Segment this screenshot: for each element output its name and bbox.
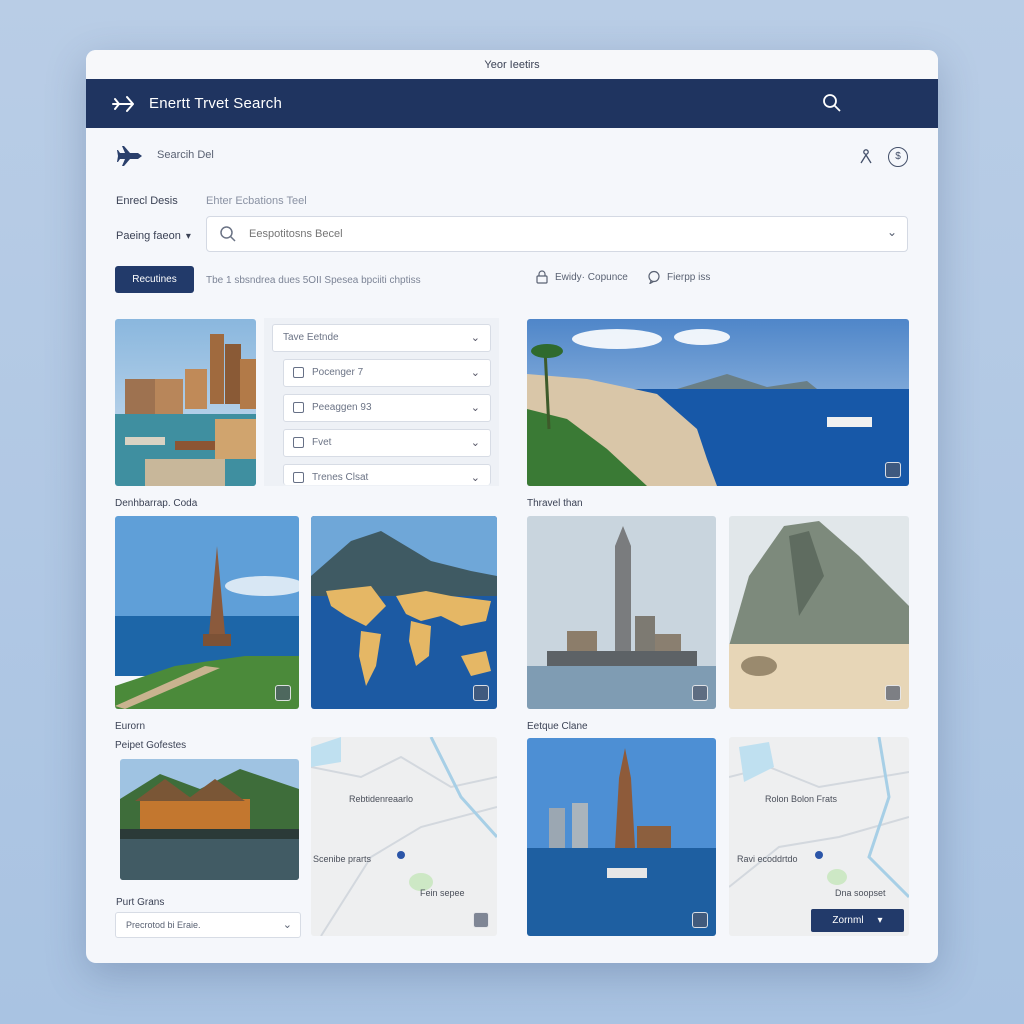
destination-search-field[interactable]: ⌄ [206, 216, 908, 252]
dropdown-value: Precrotod bi Eraie. [126, 920, 201, 930]
airplane-icon [117, 146, 142, 166]
tower-coast-image [115, 516, 299, 709]
destination-card-harbor-city[interactable] [115, 319, 256, 486]
zoom-button[interactable]: Zornml [811, 909, 904, 932]
map-label: Ravi ecoddrtdo [737, 854, 798, 864]
map-label: Rolon Bolon Frats [765, 794, 838, 804]
gallery-icon[interactable] [692, 685, 708, 701]
street-map-image [729, 737, 909, 936]
trip-options-panel: Tave Eetnde ⌄ Pocenger 7 ⌄ Peeaggen 93 ⌄… [264, 318, 499, 486]
select-value: Tave Eetnde [283, 332, 339, 343]
gallery-icon[interactable] [275, 685, 291, 701]
gallery-icon[interactable] [473, 685, 489, 701]
sort-dropdown[interactable]: Precrotod bi Eraie. ⌄ [115, 912, 301, 938]
search-icon[interactable] [822, 93, 842, 113]
lake-house-image [120, 759, 299, 880]
map-label: Fein sepee [420, 888, 465, 898]
caption-peipet: Peipet Gofestes [115, 740, 187, 751]
luggage-icon [293, 367, 304, 378]
fuel-select[interactable]: Fvet ⌄ [283, 429, 491, 457]
gallery-icon[interactable] [885, 685, 901, 701]
routines-button[interactable]: Recutines [115, 266, 194, 293]
destination-card-gothic-tower[interactable] [527, 738, 716, 936]
map-label: Dna soopset [835, 888, 886, 898]
currency-icon[interactable]: $ [888, 147, 908, 167]
search-description: Tbe 1 sbsndrea dues 5OII Spesea bpciiti … [206, 275, 421, 286]
select-value: Pocenger 7 [312, 367, 364, 378]
caption-port-grans: Purt Grans [116, 897, 165, 908]
chevron-down-icon: ⌄ [470, 332, 480, 344]
chevron-down-icon: ⌄ [282, 919, 292, 931]
app-title: Enertt Trvet Search [149, 95, 283, 112]
coastal-city-image [527, 319, 909, 486]
subheader-label: Searcih Del [157, 149, 214, 161]
destination-hint: Ehter Ecbations Teel [206, 195, 307, 207]
window-title: Yeor Ieetirs [86, 50, 938, 79]
option-label: Ewidy· Copunce [555, 271, 628, 283]
app-window: Yeor Ieetirs Enertt Trvet Search Searcih… [86, 50, 938, 963]
street-map-image [311, 737, 497, 936]
search-input[interactable] [247, 224, 851, 244]
caption-denharrap: Denhbarrap. Coda [115, 498, 198, 509]
airplane-icon[interactable] [110, 91, 136, 117]
destination-label: Enrecl Desis [116, 195, 178, 207]
chevron-down-icon[interactable]: ⌄ [887, 225, 897, 239]
lock-icon [536, 270, 548, 284]
gallery-icon[interactable] [692, 912, 708, 928]
chevron-down-icon: ⌄ [470, 367, 480, 379]
document-icon [293, 472, 304, 483]
world-map-image [311, 516, 497, 709]
chevron-down-icon: ⌄ [470, 402, 480, 414]
destination-card-tower-coast[interactable] [115, 516, 299, 709]
travel-extent-select[interactable]: Tave Eetnde ⌄ [272, 324, 491, 352]
map-card-left[interactable]: Rebtidenreaarlo Scenibe prarts Fein sepe… [311, 737, 497, 936]
gallery-icon[interactable] [885, 462, 901, 478]
option-fierpp[interactable]: Fierpp iss [647, 270, 710, 284]
subheader: Searcih Del $ [116, 144, 908, 170]
option-label: Fierpp iss [667, 271, 711, 283]
travel-class-select[interactable]: Trenes Clsat ⌄ [283, 464, 491, 485]
chevron-down-icon: ⌄ [470, 472, 480, 484]
map-label: Scenibe prarts [313, 854, 372, 864]
chevron-down-icon: ⌄ [470, 437, 480, 449]
person-icon[interactable] [858, 148, 874, 164]
app-header: Enertt Trvet Search [86, 79, 938, 128]
passenger-select[interactable]: Pocenger 7 ⌄ [283, 359, 491, 387]
filter-dropdown[interactable]: Paeing faeon [116, 230, 191, 242]
select-value: Peeaggen 93 [312, 402, 372, 413]
chat-icon [648, 270, 660, 284]
select-value: Fvet [312, 437, 332, 448]
gear-icon [293, 437, 304, 448]
search-icon [220, 226, 236, 242]
destination-card-rock-beach[interactable] [729, 516, 909, 709]
caption-travel-than: Thravel than [527, 498, 583, 509]
select-value: Trenes Clsat [312, 472, 369, 483]
baggage-select[interactable]: Peeaggen 93 ⌄ [283, 394, 491, 422]
caption-europe: Eurorn [115, 721, 146, 732]
gallery-icon[interactable] [473, 912, 489, 928]
gothic-tower-image [527, 738, 716, 936]
destination-card-world-map[interactable] [311, 516, 497, 709]
destination-card-lake-house[interactable] [120, 759, 299, 880]
destination-card-skyscraper[interactable] [527, 516, 716, 709]
shield-icon [293, 402, 304, 413]
destination-card-coastal[interactable] [527, 319, 909, 486]
rock-beach-image [729, 516, 909, 709]
skyscraper-image [527, 516, 716, 709]
map-card-right[interactable]: Rolon Bolon Frats Ravi ecoddrtdo Dna soo… [729, 737, 909, 936]
harbor-city-image [115, 319, 256, 486]
option-everyday[interactable]: Ewidy· Copunce [535, 270, 628, 284]
map-label: Rebtidenreaarlo [349, 794, 414, 804]
caption-eetque: Eetque Clane [527, 721, 588, 732]
